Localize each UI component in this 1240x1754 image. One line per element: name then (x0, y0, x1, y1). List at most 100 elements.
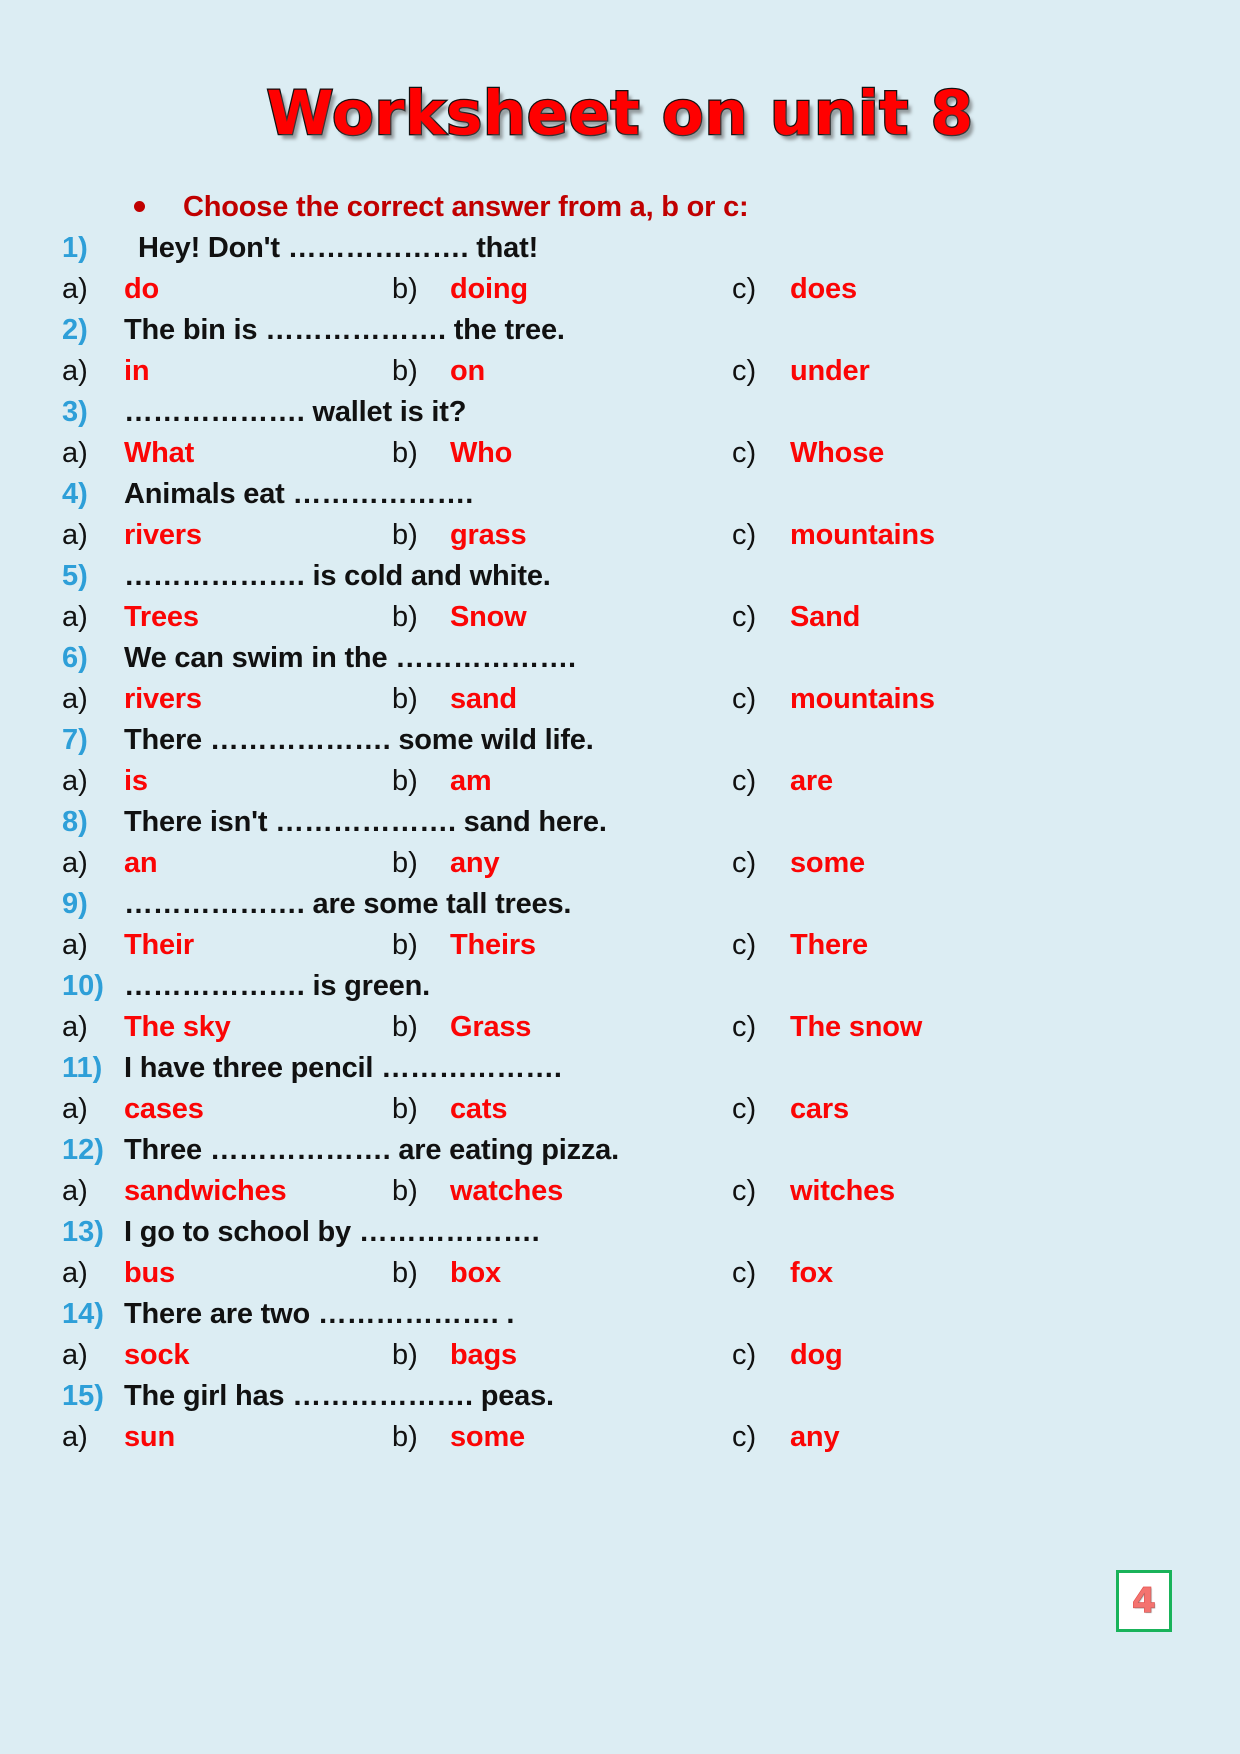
question-number: 2) (62, 314, 88, 346)
option-text: mountains (790, 519, 935, 551)
option-text: are (790, 765, 833, 797)
question-number: 15) (62, 1380, 104, 1412)
answer-option[interactable]: c) under (732, 355, 1032, 388)
answer-option[interactable]: c) Whose (732, 437, 1032, 470)
option-letter: b) (392, 929, 418, 961)
answer-option[interactable]: b) bags (392, 1339, 732, 1372)
answer-option[interactable]: b) Grass (392, 1011, 732, 1044)
answer-option[interactable]: a) rivers (62, 683, 392, 716)
option-text: some (450, 1421, 525, 1453)
answer-option[interactable]: b) watches (392, 1175, 732, 1208)
option-text: mountains (790, 683, 935, 715)
question-number: 8) (62, 806, 88, 838)
answer-option[interactable]: c) some (732, 847, 1032, 880)
option-row: a) cases b) cats c) cars (62, 1093, 1240, 1134)
option-letter: a) (62, 355, 88, 387)
answer-option[interactable]: c) The snow (732, 1011, 1032, 1044)
option-letter: c) (732, 437, 757, 469)
page-title-container: Worksheet on unit 8 (0, 0, 1240, 151)
question-text: Animals eat ………………. (124, 478, 474, 510)
answer-option[interactable]: b) any (392, 847, 732, 880)
answer-option[interactable]: b) Snow (392, 601, 732, 634)
option-letter: a) (62, 601, 88, 633)
option-text: cars (790, 1093, 849, 1125)
option-text: cases (124, 1093, 204, 1125)
question-number: 4) (62, 478, 88, 510)
answer-option[interactable]: c) mountains (732, 519, 1032, 552)
page-title: Worksheet on unit 8 (265, 77, 974, 151)
answer-option[interactable]: a) rivers (62, 519, 392, 552)
option-row: a) rivers b) grass c) mountains (62, 519, 1240, 560)
answer-option[interactable]: c) Sand (732, 601, 1032, 634)
option-letter: c) (732, 1257, 757, 1289)
answer-option[interactable]: b) grass (392, 519, 732, 552)
answer-option[interactable]: a) sock (62, 1339, 392, 1372)
question-row: 9) ………………. are some tall trees. (62, 888, 1240, 929)
answer-option[interactable]: a) sun (62, 1421, 392, 1454)
question-number: 7) (62, 724, 88, 756)
answer-option[interactable]: a) in (62, 355, 392, 388)
page-number-badge: 4 (1116, 1570, 1172, 1632)
answer-option[interactable]: c) fox (732, 1257, 1032, 1290)
option-letter: a) (62, 273, 88, 305)
answer-option[interactable]: a) bus (62, 1257, 392, 1290)
answer-option[interactable]: b) sand (392, 683, 732, 716)
answer-option[interactable]: a) cases (62, 1093, 392, 1126)
answer-option[interactable]: a) do (62, 273, 392, 306)
option-letter: c) (732, 601, 757, 633)
answer-option[interactable]: c) any (732, 1421, 1032, 1454)
question-text: ………………. are some tall trees. (124, 888, 572, 920)
answer-option[interactable]: a) Trees (62, 601, 392, 634)
question-row: 13) I go to school by ………………. (62, 1216, 1240, 1257)
answer-option[interactable]: a) is (62, 765, 392, 798)
option-row: a) What b) Who c) Whose (62, 437, 1240, 478)
option-text: sun (124, 1421, 175, 1453)
answer-option[interactable]: a) The sky (62, 1011, 392, 1044)
option-letter: b) (392, 355, 418, 387)
option-row: a) bus b) box c) fox (62, 1257, 1240, 1298)
option-text: What (124, 437, 195, 469)
answer-option[interactable]: a) an (62, 847, 392, 880)
option-text: fox (790, 1257, 833, 1289)
question-row: 3) ………………. wallet is it? (62, 396, 1240, 437)
option-row: a) an b) any c) some (62, 847, 1240, 888)
answer-option[interactable]: b) Who (392, 437, 732, 470)
answer-option[interactable]: c) witches (732, 1175, 1032, 1208)
option-text: Trees (124, 601, 199, 633)
option-text: is (124, 765, 148, 797)
answer-option[interactable]: c) There (732, 929, 1032, 962)
option-letter: b) (392, 683, 418, 715)
question-row: 4) Animals eat ………………. (62, 478, 1240, 519)
question-number: 6) (62, 642, 88, 674)
option-text: witches (790, 1175, 895, 1207)
answer-option[interactable]: c) cars (732, 1093, 1032, 1126)
option-letter: b) (392, 437, 418, 469)
answer-option[interactable]: b) am (392, 765, 732, 798)
option-row: a) sun b) some c) any (62, 1421, 1240, 1462)
answer-option[interactable]: a) sandwiches (62, 1175, 392, 1208)
answer-option[interactable]: c) dog (732, 1339, 1032, 1372)
worksheet-page: Worksheet on unit 8 Choose the correct a… (0, 0, 1240, 1754)
instruction-text: Choose the correct answer from a, b or c… (183, 191, 749, 223)
question-text: ………………. is cold and white. (124, 560, 551, 592)
answer-option[interactable]: c) does (732, 273, 1032, 306)
answer-option[interactable]: b) doing (392, 273, 732, 306)
question-number: 12) (62, 1134, 104, 1166)
option-text: do (124, 273, 160, 305)
answer-option[interactable]: b) box (392, 1257, 732, 1290)
question-row: 14) There are two ………………. . (62, 1298, 1240, 1339)
answer-option[interactable]: b) some (392, 1421, 732, 1454)
answer-option[interactable]: b) on (392, 355, 732, 388)
option-text: cats (450, 1093, 508, 1125)
question-number: 10) (62, 970, 104, 1002)
question-row: 7) There ………………. some wild life. (62, 724, 1240, 765)
option-text: rivers (124, 519, 202, 551)
question-row: 15) The girl has ………………. peas. (62, 1380, 1240, 1421)
option-letter: b) (392, 519, 418, 551)
answer-option[interactable]: b) Theirs (392, 929, 732, 962)
answer-option[interactable]: c) are (732, 765, 1032, 798)
answer-option[interactable]: c) mountains (732, 683, 1032, 716)
answer-option[interactable]: b) cats (392, 1093, 732, 1126)
answer-option[interactable]: a) What (62, 437, 392, 470)
answer-option[interactable]: a) Their (62, 929, 392, 962)
